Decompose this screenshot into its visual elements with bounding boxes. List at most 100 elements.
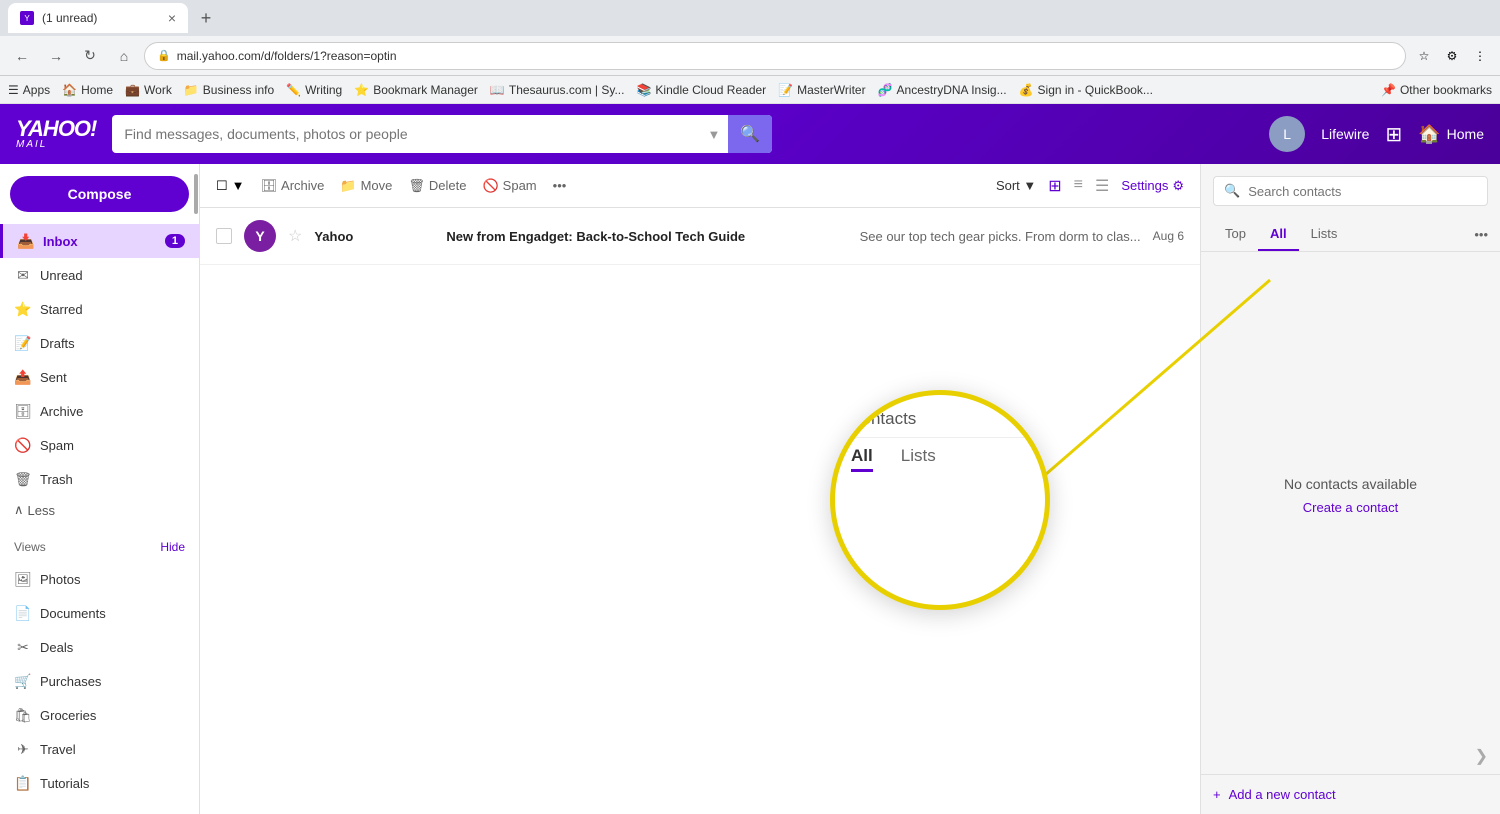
forward-button[interactable]: →: [42, 42, 70, 70]
less-button[interactable]: ∧ Less: [0, 496, 199, 524]
active-tab[interactable]: Y (1 unread) ×: [8, 3, 188, 33]
delete-action[interactable]: 🗑 Delete: [408, 178, 466, 194]
avatar[interactable]: L: [1269, 116, 1305, 152]
ancestry-icon: 🧬: [878, 83, 893, 97]
tab-top[interactable]: Top: [1213, 218, 1258, 251]
move-action[interactable]: 📁 Move: [340, 178, 392, 194]
bookmark-business-info[interactable]: 📁 Business info: [184, 83, 274, 97]
groceries-icon: 🛍: [14, 706, 32, 724]
tab-favicon: Y: [20, 11, 34, 25]
bookmark-ancestry[interactable]: 🧬 AncestryDNA Insig...: [878, 83, 1007, 97]
add-contact-plus-icon: +: [1213, 787, 1221, 802]
bookmark-work[interactable]: 💼 Work: [125, 83, 172, 97]
search-button[interactable]: 🔍: [728, 115, 772, 153]
spam-action[interactable]: 🚫 Spam: [482, 178, 536, 194]
contacts-search-icon: 🔍: [1224, 183, 1240, 199]
email-subject: New from Engadget: Back-to-School Tech G…: [446, 229, 839, 244]
more-action[interactable]: •••: [553, 178, 567, 193]
email-checkbox[interactable]: [216, 228, 232, 244]
create-contact-link[interactable]: Create a contact: [1303, 500, 1398, 515]
views-hide-button[interactable]: Hide: [160, 540, 185, 554]
contacts-search-area: 🔍: [1201, 164, 1500, 218]
browser-toolbar: ← → ↻ ⌂ 🔒 mail.yahoo.com/d/folders/1?rea…: [0, 36, 1500, 76]
email-list: Y ☆ Yahoo New from Engadget: Back-to-Sch…: [200, 208, 1200, 814]
drafts-icon: 📝: [14, 334, 32, 352]
bookmark-kindle[interactable]: 📚 Kindle Cloud Reader: [636, 83, 766, 97]
sidebar-item-unread[interactable]: ✉ Unread: [0, 258, 199, 292]
archive-action-icon: 🗄: [261, 178, 278, 194]
sidebar-item-inbox[interactable]: 📥 Inbox 1: [0, 224, 199, 258]
tab-all[interactable]: All: [1258, 218, 1299, 251]
sidebar-item-documents[interactable]: 📄 Documents: [0, 596, 199, 630]
apps-grid-icon[interactable]: ⊞: [1385, 122, 1402, 147]
contacts-more-button[interactable]: •••: [1474, 227, 1488, 242]
search-input[interactable]: [124, 126, 699, 142]
add-contact-button[interactable]: + Add a new contact: [1213, 787, 1488, 802]
menu-button[interactable]: ⋮: [1468, 44, 1492, 68]
bookmark-home[interactable]: 🏠 Home: [62, 83, 113, 97]
email-date: Aug 6: [1153, 229, 1184, 243]
bookmark-apps[interactable]: ☰ Apps: [8, 83, 50, 97]
collapse-contacts-button[interactable]: ❯: [1475, 746, 1488, 766]
settings-gear-icon: ⚙: [1172, 178, 1184, 194]
list-view-button[interactable]: ≡: [1070, 174, 1087, 198]
no-contacts-label: No contacts available: [1284, 476, 1417, 492]
sidebar-item-purchases[interactable]: 🛒 Purchases: [0, 664, 199, 698]
table-row[interactable]: Y ☆ Yahoo New from Engadget: Back-to-Sch…: [200, 208, 1200, 265]
search-bar[interactable]: ▼ 🔍: [112, 115, 772, 153]
home-button[interactable]: 🏠 Home: [1418, 124, 1484, 145]
bookmark-masterwriter[interactable]: 📝 MasterWriter: [778, 83, 865, 97]
select-all-checkbox[interactable]: ☐ ▼: [216, 178, 245, 194]
sidebar-item-photos[interactable]: 🖼 Photos: [0, 562, 199, 596]
sidebar-item-groceries[interactable]: 🛍 Groceries: [0, 698, 199, 732]
bookmark-thesaurus[interactable]: 📖 Thesaurus.com | Sy...: [490, 83, 625, 97]
tab-close-button[interactable]: ×: [168, 10, 176, 26]
sidebar-item-travel[interactable]: ✈ Travel: [0, 732, 199, 766]
spam-icon: 🚫: [14, 436, 32, 454]
archive-icon: 🗄: [14, 402, 32, 420]
business-icon: 📁: [184, 83, 199, 97]
sidebar-item-deals[interactable]: ✂ Deals: [0, 630, 199, 664]
sidebar-item-sent[interactable]: 📤 Sent: [0, 360, 199, 394]
new-tab-button[interactable]: +: [192, 4, 220, 32]
lock-icon: 🔒: [157, 49, 171, 62]
header-right: L Lifewire ⊞ 🏠 Home: [1269, 116, 1484, 152]
starred-icon: ⭐: [14, 300, 32, 318]
compact-view-button[interactable]: ☰: [1091, 174, 1113, 198]
compose-button[interactable]: Compose: [10, 176, 189, 212]
mail-layout: Compose 📥 Inbox 1 ✉ Unread ⭐ Starred 📝: [0, 164, 1500, 814]
bookmark-other[interactable]: 📌 Other bookmarks: [1381, 83, 1492, 97]
archive-action[interactable]: 🗄 Archive: [261, 178, 325, 194]
purchases-icon: 🛒: [14, 672, 32, 690]
browser-actions: ☆ ⚙ ⋮: [1412, 44, 1492, 68]
sidebar-item-tutorials[interactable]: 📋 Tutorials: [0, 766, 199, 800]
apps-icon: ☰: [8, 83, 19, 97]
sort-button[interactable]: Sort ▼: [996, 178, 1036, 193]
search-dropdown-icon[interactable]: ▼: [708, 127, 721, 142]
tab-bar: Y (1 unread) × +: [0, 0, 1500, 36]
address-bar[interactable]: 🔒 mail.yahoo.com/d/folders/1?reason=opti…: [144, 42, 1406, 70]
extensions-button[interactable]: ⚙: [1440, 44, 1464, 68]
bookmark-star-button[interactable]: ☆: [1412, 44, 1436, 68]
bookmark-manager-icon: ⭐: [354, 83, 369, 97]
back-button[interactable]: ←: [8, 42, 36, 70]
refresh-button[interactable]: ↻: [76, 42, 104, 70]
tab-lists[interactable]: Lists: [1299, 218, 1350, 251]
grid-view-button[interactable]: ⊞: [1044, 174, 1065, 198]
contacts-search-box[interactable]: 🔍: [1213, 176, 1488, 206]
yahoo-mail-app: YAHOO! MAIL ▼ 🔍 L Lifewire ⊞ 🏠 Home: [0, 104, 1500, 814]
home-button[interactable]: ⌂: [110, 42, 138, 70]
bookmark-quickbooks[interactable]: 💰 Sign in - QuickBook...: [1019, 83, 1153, 97]
bookmark-writing[interactable]: ✏️ Writing: [286, 83, 342, 97]
sidebar-item-starred[interactable]: ⭐ Starred: [0, 292, 199, 326]
contacts-search-input[interactable]: [1248, 184, 1477, 199]
contacts-footer: + Add a new contact: [1201, 774, 1500, 814]
sidebar-item-archive[interactable]: 🗄 Archive: [0, 394, 199, 428]
bookmark-manager[interactable]: ⭐ Bookmark Manager: [354, 83, 478, 97]
sidebar-item-drafts[interactable]: 📝 Drafts: [0, 326, 199, 360]
yahoo-header: YAHOO! MAIL ▼ 🔍 L Lifewire ⊞ 🏠 Home: [0, 104, 1500, 164]
sidebar-item-trash[interactable]: 🗑 Trash: [0, 462, 199, 496]
sidebar-item-spam[interactable]: 🚫 Spam: [0, 428, 199, 462]
settings-button[interactable]: Settings ⚙: [1121, 178, 1184, 194]
star-button[interactable]: ☆: [288, 226, 302, 246]
